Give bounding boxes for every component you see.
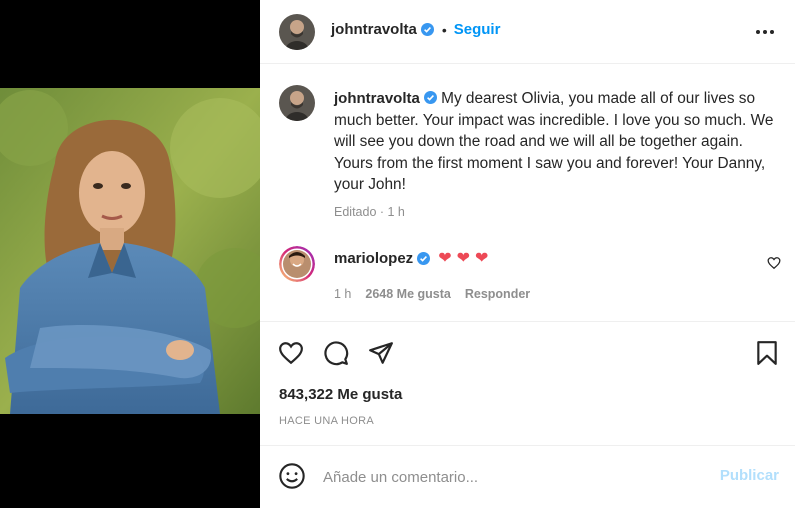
- heart-emoji: ❤: [438, 250, 452, 267]
- emoji-icon[interactable]: [278, 462, 306, 490]
- heart-icon[interactable]: [278, 340, 304, 366]
- more-options-icon[interactable]: [753, 20, 777, 44]
- separator-dot: •: [441, 21, 447, 38]
- reply-button[interactable]: Responder: [465, 287, 530, 301]
- caption-text-block: johntravolta My dearest Olivia, you made…: [334, 88, 774, 196]
- publish-button[interactable]: Publicar: [720, 467, 779, 484]
- heart-emoji: ❤: [475, 250, 489, 267]
- heart-emoji: ❤: [456, 250, 470, 267]
- comment-composer: Publicar: [260, 447, 795, 508]
- comment-meta: 1 h 2648 Me gusta Responder: [334, 287, 530, 301]
- post-likes-count[interactable]: 843,322 Me gusta: [279, 386, 402, 403]
- post-photo[interactable]: [0, 88, 260, 414]
- author-username[interactable]: johntravolta: [331, 21, 417, 38]
- follow-button[interactable]: Seguir: [454, 21, 501, 38]
- post-timestamp: HACE UNA HORA: [279, 415, 374, 427]
- share-icon[interactable]: [368, 340, 394, 366]
- commenter-username[interactable]: mariolopez: [334, 250, 413, 267]
- header-user-row: johntravolta • Seguir: [331, 21, 500, 38]
- author-avatar[interactable]: [279, 14, 315, 50]
- caption-meta: Editado · 1 h: [334, 205, 405, 219]
- comment-time: 1 h: [334, 287, 352, 301]
- comment-icon[interactable]: [323, 340, 349, 366]
- comment-likes[interactable]: 2648 Me gusta: [365, 287, 450, 301]
- details-pane: johntravolta • Seguir johntravolta My de…: [260, 0, 795, 508]
- caption-avatar[interactable]: [279, 85, 315, 121]
- comments-section: johntravolta My dearest Olivia, you made…: [260, 65, 795, 322]
- comment-like-heart-icon[interactable]: [767, 256, 781, 270]
- post-header: johntravolta • Seguir: [260, 0, 795, 64]
- caption-username[interactable]: johntravolta: [334, 90, 420, 107]
- verified-badge-icon: [417, 251, 431, 265]
- media-pane: [0, 0, 260, 508]
- bookmark-icon[interactable]: [754, 340, 780, 366]
- verified-badge-icon: [420, 23, 434, 36]
- actions-section: 843,322 Me gusta HACE UNA HORA: [260, 322, 795, 446]
- post-modal: johntravolta • Seguir johntravolta My de…: [0, 0, 795, 508]
- comment-line: mariolopez ❤ ❤ ❤: [334, 248, 488, 268]
- comment-input[interactable]: [323, 465, 703, 489]
- commenter-avatar[interactable]: [279, 246, 315, 282]
- verified-badge-icon: [423, 89, 437, 104]
